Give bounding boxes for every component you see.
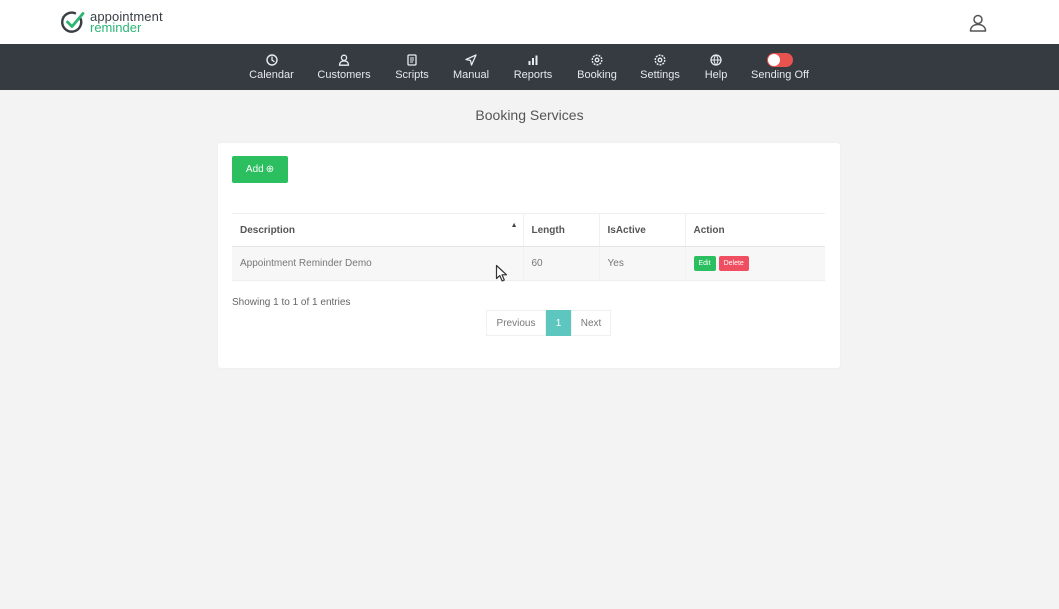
services-table: Description ▲ Length IsActive Action Appo… <box>232 213 825 281</box>
main-nav: Calendar Customers Scripts Manual Report… <box>0 44 1059 90</box>
table-header-row: Description ▲ Length IsActive Action <box>232 213 825 247</box>
cell-description: Appointment Reminder Demo <box>232 246 524 281</box>
add-service-button[interactable]: Add ⊕ <box>232 156 288 183</box>
send-icon <box>465 53 477 67</box>
cell-actions: Edit Delete <box>685 246 825 281</box>
user-icon <box>969 14 987 32</box>
bar-chart-icon <box>527 53 539 67</box>
nav-customers[interactable]: Customers <box>316 44 372 90</box>
nav-reports-label: Reports <box>513 69 553 81</box>
app-logo[interactable]: appointment reminder <box>60 9 163 35</box>
add-button-label: Add <box>245 164 264 175</box>
pagination-previous[interactable]: Previous <box>486 310 546 336</box>
column-header-action: Action <box>685 213 825 247</box>
mouse-cursor-icon <box>495 264 508 282</box>
nav-help[interactable]: Help <box>702 44 730 90</box>
gear-icon <box>654 53 666 67</box>
nav-help-label: Help <box>704 69 728 81</box>
nav-reports[interactable]: Reports <box>512 44 554 90</box>
sending-toggle[interactable]: Sending Off <box>749 44 811 90</box>
gear-icon <box>591 53 603 67</box>
pagination-page-1[interactable]: 1 <box>546 310 571 336</box>
clock-icon <box>265 53 278 67</box>
user-account-button[interactable] <box>966 11 990 35</box>
sort-asc-icon: ▲ <box>510 222 518 229</box>
edit-button[interactable]: Edit <box>693 256 716 271</box>
entries-info: Showing 1 to 1 of 1 entries <box>232 297 351 308</box>
globe-icon <box>710 53 722 67</box>
pagination: Previous 1 Next <box>486 310 611 336</box>
nav-customers-label: Customers <box>317 69 371 81</box>
services-card: Add ⊕ Description ▲ Length IsActive Actio… <box>218 143 840 368</box>
column-header-description[interactable]: Description ▲ <box>232 213 524 247</box>
nav-booking[interactable]: Booking <box>575 44 619 90</box>
nav-booking-label: Booking <box>577 69 617 81</box>
cell-length: 60 <box>523 246 600 281</box>
nav-manual[interactable]: Manual <box>451 44 491 90</box>
nav-scripts-label: Scripts <box>395 69 429 81</box>
cell-isactive: Yes <box>599 246 686 281</box>
document-icon <box>406 53 418 67</box>
top-header: appointment reminder <box>0 0 1059 44</box>
nav-manual-label: Manual <box>452 69 490 81</box>
nav-scripts[interactable]: Scripts <box>394 44 430 90</box>
nav-calendar[interactable]: Calendar <box>249 44 294 90</box>
plus-circle-icon: ⊕ <box>265 164 275 175</box>
nav-settings[interactable]: Settings <box>638 44 682 90</box>
logo-check-icon <box>61 11 85 33</box>
nav-calendar-label: Calendar <box>249 69 294 81</box>
sending-toggle-label: Sending Off <box>751 69 809 81</box>
pagination-next[interactable]: Next <box>571 310 611 336</box>
nav-settings-label: Settings <box>640 69 680 81</box>
delete-button[interactable]: Delete <box>718 256 749 271</box>
sending-toggle-switch[interactable] <box>767 53 793 67</box>
table-row: Appointment Reminder Demo 60 Yes Edit Del… <box>232 246 825 281</box>
user-icon <box>338 53 350 67</box>
column-header-length[interactable]: Length <box>523 213 600 247</box>
column-header-isactive[interactable]: IsActive <box>599 213 686 247</box>
page-title: Booking Services <box>475 107 584 123</box>
